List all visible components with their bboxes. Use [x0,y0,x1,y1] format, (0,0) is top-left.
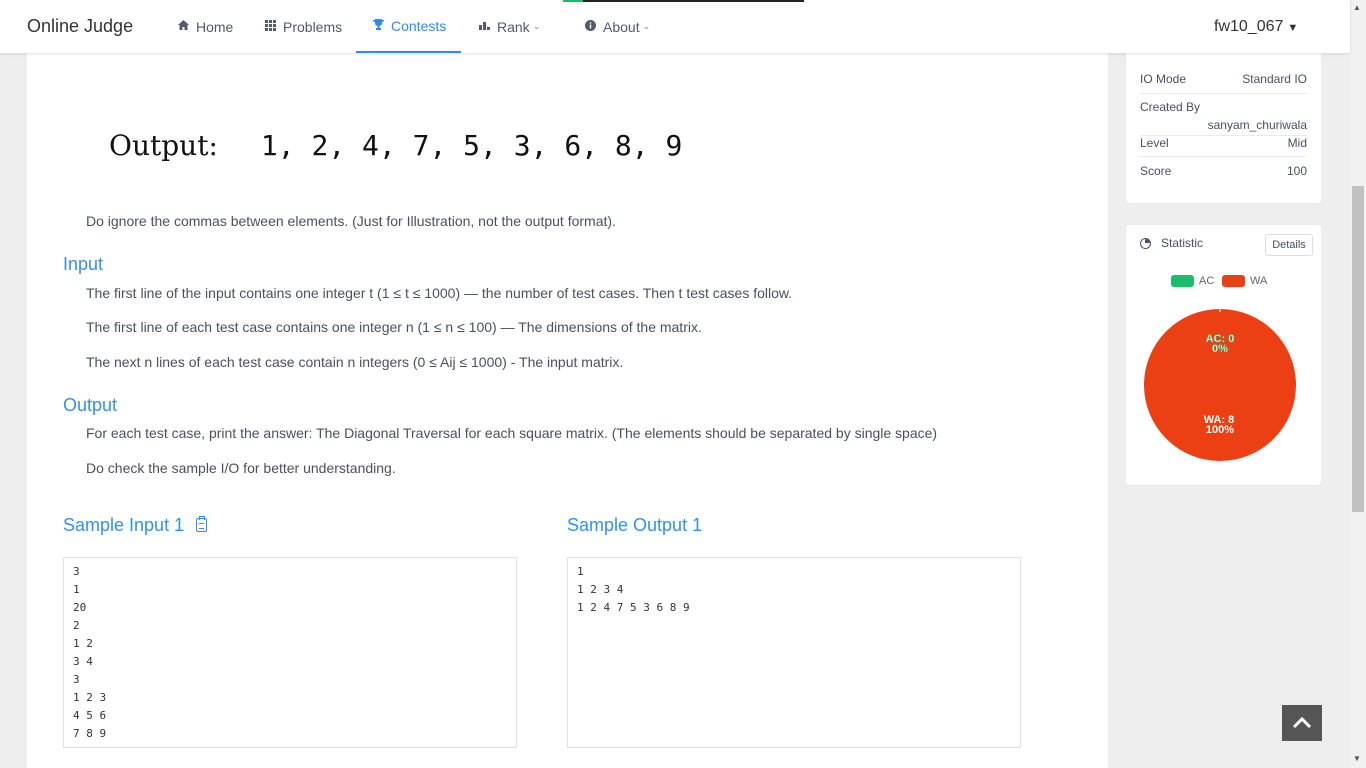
nav-home-label: Home [196,18,234,35]
trophy-icon [373,18,384,33]
bar-chart-icon [479,20,490,33]
back-to-top-button[interactable] [1282,705,1322,741]
ignore-note: Do ignore the commas between elements. (… [86,213,616,229]
input-line-2: The first line of each test case contain… [86,319,702,335]
level-label: Level [1140,136,1169,150]
sample-input-title: Sample Input 1 [63,515,185,535]
nav-rank[interactable]: Rank ⌄ [479,0,540,53]
output-line-2: Do check the sample I/O for better under… [86,460,396,476]
sample-output-box[interactable]: 1 1 2 3 4 1 2 4 7 5 3 6 8 9 [567,557,1021,748]
statistic-header: Statistic [1140,236,1203,250]
pie-chart-icon [1140,237,1151,249]
problem-info-card: IO Mode Standard IO Created By sanyam_ch… [1125,40,1322,204]
pie-slice-wa[interactable] [1144,309,1296,461]
clipboard-icon[interactable] [196,516,208,532]
nav-contests[interactable]: Contests [356,0,461,53]
nav-home[interactable]: Home [178,0,233,53]
caret-down-icon: ▼ [1287,22,1299,34]
statistic-title: Statistic [1161,236,1204,250]
ac-percent-label: 0% [1212,343,1228,355]
statistic-card: Statistic Details AC WA AC: 0 0% WA: 8 1… [1125,224,1322,486]
sample-output-heading: Sample Output 1 [567,515,703,535]
home-icon [178,20,189,33]
score-label: Score [1140,164,1172,178]
info-icon [585,19,596,34]
legend-wa-label: WA [1250,275,1268,287]
created-by-label: Created By [1140,100,1201,114]
nav-contests-label: Contests [391,17,447,34]
output-line-1: For each test case, print the answer: Th… [86,425,938,441]
username: fw10_067 [1214,18,1284,35]
user-menu[interactable]: fw10_067 ▼ [1214,18,1298,36]
io-mode-label: IO Mode [1140,72,1187,86]
legend-wa-swatch [1222,275,1245,287]
nav-about[interactable]: About ⌄ [585,0,650,53]
statistic-pie-chart[interactable]: AC: 0 0% WA: 8 100% [1144,309,1296,461]
illustration-label: Output: [109,129,218,162]
chevron-down-icon: ⌄ [642,21,651,31]
chevron-down-icon: ⌄ [532,21,541,31]
scroll-down-icon[interactable]: ▼ [1353,754,1361,763]
grid-icon [265,19,276,34]
details-button[interactable]: Details [1265,234,1313,256]
nav-problems[interactable]: Problems [265,0,342,53]
scrollbar-thumb[interactable] [1352,186,1364,512]
io-mode-value: Standard IO [1242,72,1307,86]
input-line-1: The first line of the input contains one… [86,285,793,301]
output-heading: Output [63,395,118,415]
scroll-up-icon[interactable]: ▲ [1353,3,1361,12]
illustration-sequence: 1, 2, 4, 7, 5, 3, 6, 8, 9 [260,129,683,162]
legend-ac[interactable]: AC [1171,275,1214,287]
brand-logo[interactable]: Online Judge [27,16,133,37]
legend-wa[interactable]: WA [1222,275,1267,287]
top-navbar: Online Judge Home Problems Contests Rank… [0,0,1350,53]
illustration-output: Output: 1, 2, 4, 7, 5, 3, 6, 8, 9 [109,129,682,162]
nav-rank-label: Rank [497,18,530,35]
chevron-up-icon [1292,717,1312,729]
created-by-value: sanyam_churiwala [1207,118,1307,132]
divider [1140,93,1307,94]
score-value: 100 [1286,164,1307,178]
sample-input-heading: Sample Input 1 [63,515,208,536]
sample-input-box[interactable]: 3 1 20 2 1 2 3 4 3 1 2 3 4 5 6 7 8 9 [63,557,517,748]
legend-ac-swatch [1171,275,1194,287]
input-line-3: The next n lines of each test case conta… [86,354,624,370]
nav-problems-label: Problems [283,18,343,35]
legend-ac-label: AC [1199,275,1215,287]
level-value: Mid [1287,136,1307,150]
divider [1140,156,1307,157]
nav-about-label: About [603,18,640,35]
input-heading: Input [63,254,104,274]
wa-percent-label: 100% [1206,424,1234,436]
